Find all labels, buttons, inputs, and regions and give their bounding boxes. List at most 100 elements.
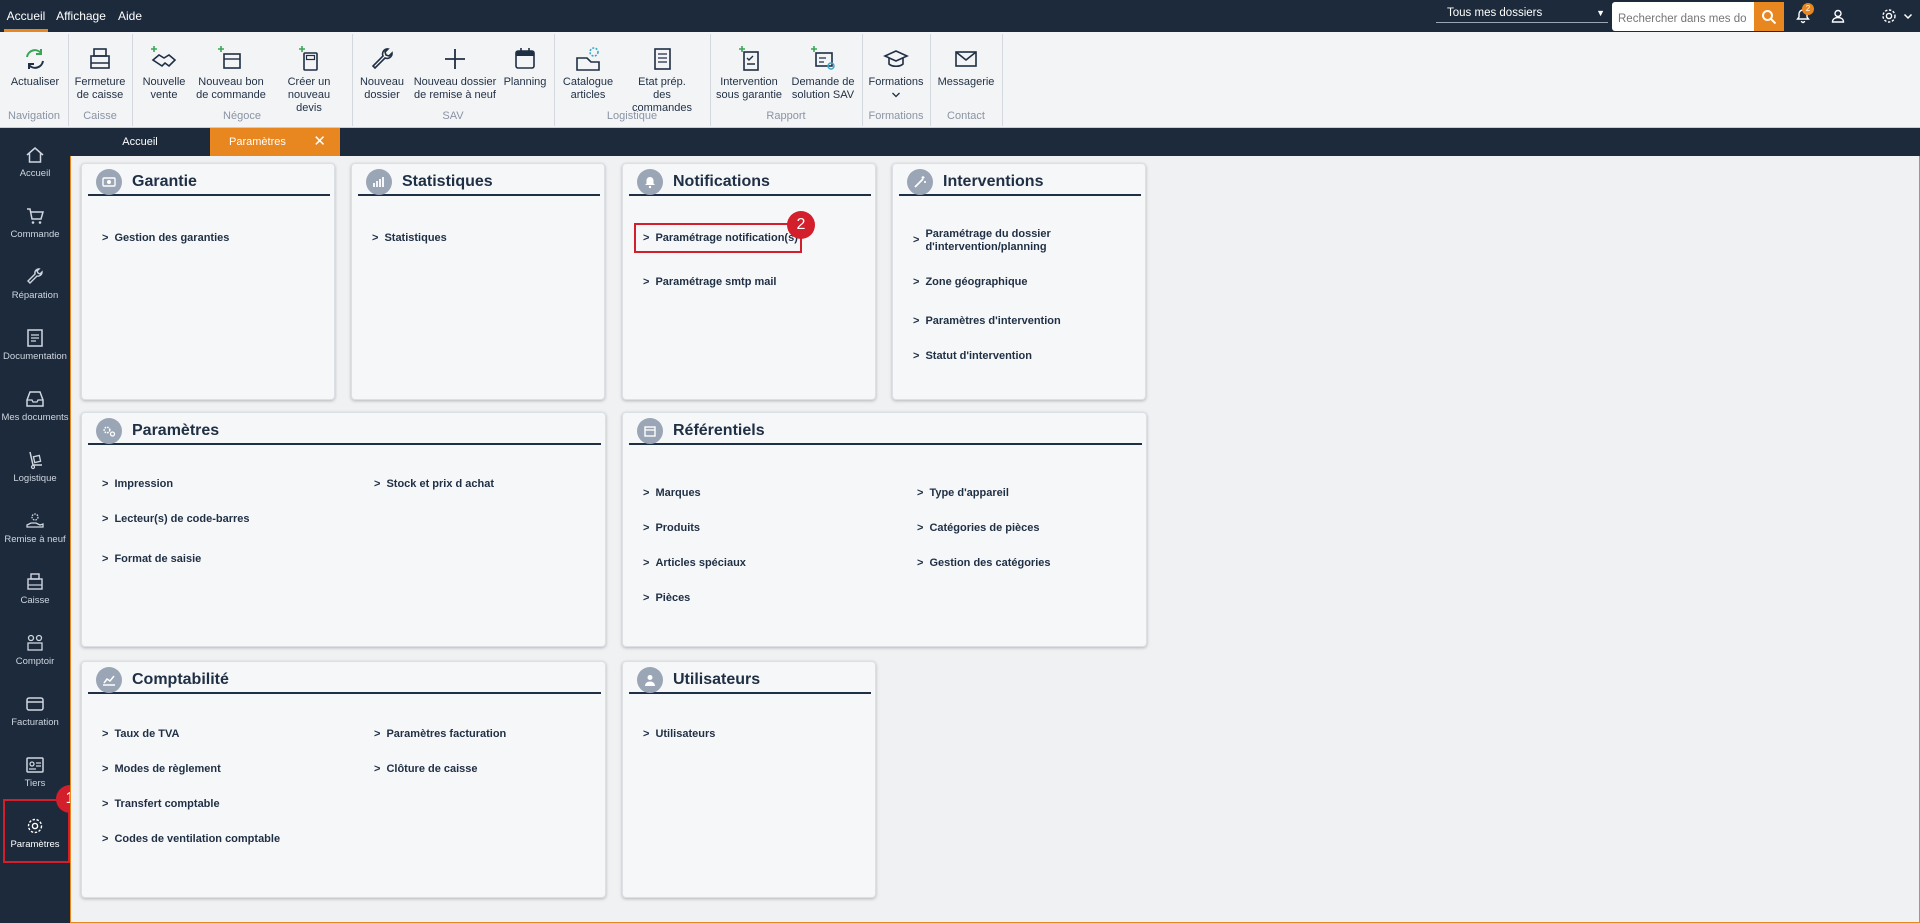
sidebar-label: Comptoir [15, 656, 55, 667]
link-label: Marques [655, 487, 701, 499]
link-statistiques[interactable]: > Statistiques [372, 232, 447, 245]
link-label: Modes de règlement [114, 763, 221, 775]
link-codes-ventilation[interactable]: > Codes de ventilation comptable [102, 833, 280, 846]
link-cloture-caisse[interactable]: > Clôture de caisse [374, 763, 478, 776]
refresh-button[interactable]: Actualiser [4, 42, 66, 89]
notification-count-badge: 2 [1802, 3, 1814, 15]
card-comptabilite: Comptabilité > Taux de TVA > Paramètres fa… [81, 661, 606, 898]
link-articles-speciaux[interactable]: > Articles spéciaux [643, 557, 746, 570]
menu-affichage[interactable]: Affichage [56, 0, 106, 32]
link-type-appareil[interactable]: > Type d'appareil [917, 487, 1009, 500]
order-prep-label-1: Etat prép. [638, 76, 686, 88]
formations-label: Formations [868, 76, 924, 88]
accounting-chart-icon [96, 667, 122, 693]
link-utilisateurs[interactable]: > Utilisateurs [643, 728, 715, 741]
link-label: Paramétrage du dossier d'intervention/pl… [925, 228, 1051, 253]
planning-button[interactable]: Planning [502, 42, 548, 89]
link-parametres-facturation[interactable]: > Paramètres facturation [374, 728, 506, 741]
refresh-label: Actualiser [10, 76, 60, 88]
cash-register-icon [90, 48, 110, 69]
link-label: Catégories de pièces [929, 522, 1040, 534]
sidebar-item-logistique[interactable]: Logistique [0, 445, 70, 497]
link-categories-pieces[interactable]: > Catégories de pièces [917, 522, 1040, 535]
group-label-caisse: Caisse [83, 110, 117, 122]
link-marques[interactable]: > Marques [643, 487, 701, 500]
article-catalog-button[interactable]: Catalogue articles [560, 42, 616, 102]
formations-dropdown[interactable]: Formations [866, 42, 926, 99]
card-statistiques: Statistiques > Statistiques [351, 163, 605, 400]
sidebar-item-remise-neuf[interactable]: Remise à neuf [0, 506, 70, 558]
link-parametres-intervention[interactable]: > Paramètres d'intervention [913, 315, 1061, 328]
link-label: Paramètres d'intervention [925, 315, 1061, 327]
request-plus-icon [811, 46, 835, 70]
warranty-badge-icon [96, 169, 122, 195]
sidebar-item-comptoir[interactable]: Comptoir [0, 628, 70, 680]
ribbon-separator [1002, 34, 1003, 126]
new-quote-button[interactable]: Créer un nouveau devis [274, 42, 344, 115]
folder-filter-select[interactable]: Tous mes dossiers ▼ [1436, 3, 1608, 23]
sidebar-item-mes-documents[interactable]: Mes documents [0, 384, 70, 436]
card-title: Comptabilité [132, 671, 229, 688]
link-stock-prix-achat[interactable]: > Stock et prix d achat [374, 478, 494, 491]
new-sale-button[interactable]: Nouvelle vente [140, 42, 188, 102]
user-account-button[interactable] [1827, 5, 1849, 27]
tab-parametres[interactable]: Paramètres ✕ [210, 128, 340, 156]
sidebar-label: Facturation [11, 717, 59, 728]
new-order-button[interactable]: Nouveau bon de commande [196, 42, 266, 102]
plus-icon [445, 49, 465, 69]
envelope-icon [955, 51, 977, 67]
close-register-button[interactable]: Fermeture de caisse [72, 42, 128, 102]
new-order-label-1: Nouveau bon [198, 76, 264, 88]
settings-button[interactable] [1878, 5, 1900, 27]
close-icon[interactable]: ✕ [313, 128, 326, 156]
link-zone-geographique[interactable]: > Zone géographique [913, 276, 1028, 289]
menu-accueil[interactable]: Accueil [4, 0, 48, 32]
link-parametrage-smtp[interactable]: > Paramétrage smtp mail [643, 276, 777, 289]
link-parametrage-dossier-intervention[interactable]: > Paramétrage du dossier d'intervention/p… [913, 228, 1065, 254]
group-label-navigation: Navigation [8, 110, 60, 122]
order-prep-status-button[interactable]: Etat prép. des commandes [622, 42, 702, 115]
card-header: Garantie [88, 169, 330, 196]
link-modes-reglement[interactable]: > Modes de règlement [102, 763, 221, 776]
link-label: Statistiques [384, 232, 447, 244]
warranty-intervention-label-1: Intervention [720, 76, 778, 88]
group-label-logistique: Logistique [606, 110, 658, 122]
ribbon-toolbar: Actualiser Navigation Fermeture de caiss… [0, 32, 1920, 128]
link-gestion-garanties[interactable]: > Gestion des garanties [102, 232, 229, 245]
sidebar-item-caisse[interactable]: Caisse [0, 567, 70, 619]
top-menu-bar: Accueil Affichage Aide Tous mes dossiers… [0, 0, 1920, 32]
sav-solution-request-button[interactable]: Demande de solution SAV [790, 42, 856, 102]
menu-aide[interactable]: Aide [114, 0, 146, 32]
sidebar-item-commande[interactable]: Commande [0, 201, 70, 253]
folder-filter-value: Tous mes dossiers [1447, 7, 1543, 19]
link-statut-intervention[interactable]: > Statut d'intervention [913, 350, 1032, 363]
sidebar-item-facturation[interactable]: Facturation [0, 689, 70, 741]
messaging-button[interactable]: Messagerie [934, 42, 998, 89]
credit-card-icon [26, 697, 44, 711]
annotation-highlight-box [634, 223, 802, 253]
link-produits[interactable]: > Produits [643, 522, 700, 535]
link-format-saisie[interactable]: > Format de saisie [102, 553, 201, 566]
tab-accueil[interactable]: Accueil [70, 128, 210, 156]
link-transfert-comptable[interactable]: > Transfert comptable [102, 798, 220, 811]
link-gestion-categories[interactable]: > Gestion des catégories [917, 557, 1050, 570]
link-impression[interactable]: > Impression [102, 478, 173, 491]
link-taux-tva[interactable]: > Taux de TVA [102, 728, 179, 741]
new-folder-label-1: Nouveau [359, 76, 405, 88]
people-icon [27, 634, 43, 651]
id-card-icon [26, 757, 44, 773]
search-button[interactable] [1754, 2, 1784, 31]
group-label-formations: Formations [868, 110, 924, 122]
gears-icon [96, 418, 122, 444]
sidebar-item-reparation[interactable]: Réparation [0, 262, 70, 314]
sidebar-item-accueil[interactable]: Accueil [0, 140, 70, 192]
settings-dropdown[interactable] [1898, 5, 1918, 27]
link-lecteur-code-barres[interactable]: > Lecteur(s) de code-barres [102, 513, 250, 526]
search-input[interactable] [1612, 2, 1752, 31]
sidebar-label: Mes documents [1, 412, 69, 423]
warranty-intervention-button[interactable]: Intervention sous garantie [714, 42, 784, 102]
new-folder-button[interactable]: Nouveau dossier [356, 42, 408, 102]
link-pieces[interactable]: > Pièces [643, 592, 690, 605]
sidebar-item-documentation[interactable]: Documentation [0, 323, 70, 375]
new-refurbish-folder-button[interactable]: Nouveau dossier de remise à neuf [412, 42, 498, 102]
